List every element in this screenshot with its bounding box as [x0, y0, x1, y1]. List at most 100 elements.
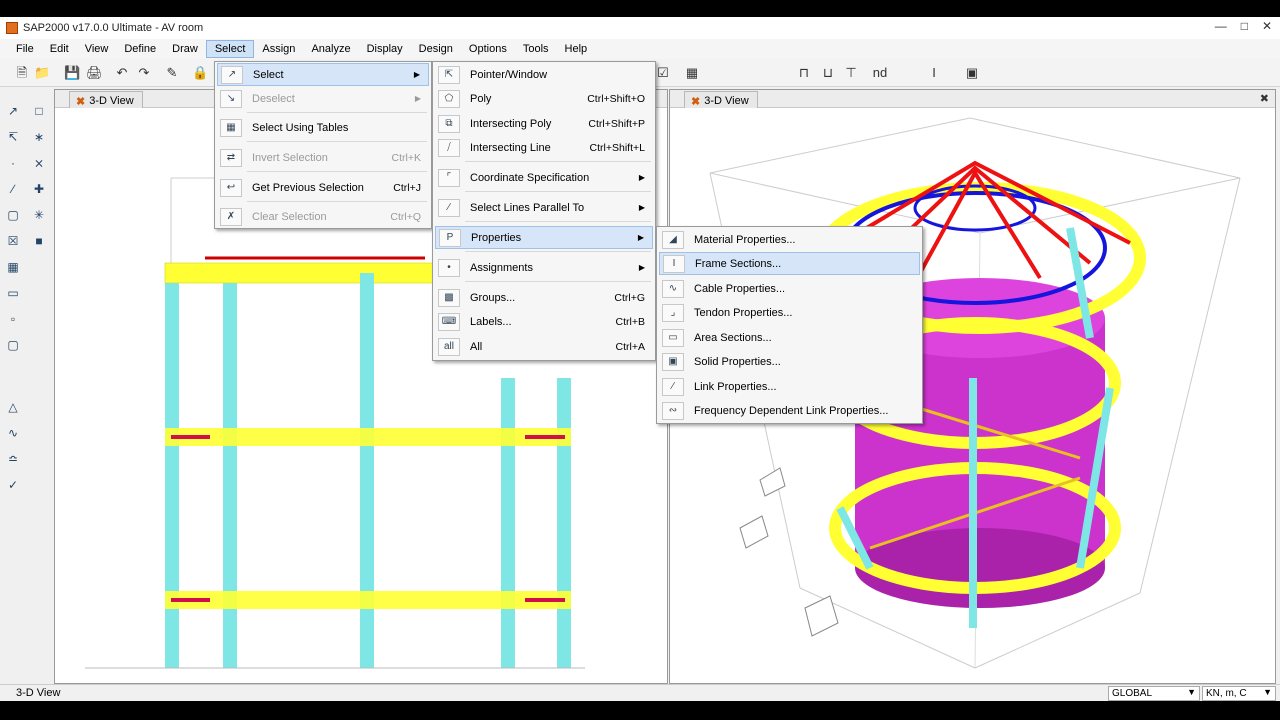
menu-define[interactable]: Define — [116, 41, 164, 57]
grid-icon[interactable]: ▦ — [684, 65, 700, 81]
submenu-arrow-icon: ▶ — [414, 94, 421, 103]
right-view-tab[interactable]: ✖ 3-D View — [684, 91, 758, 108]
submenu-item-poly[interactable]: ⬠ Poly Ctrl+Shift+O — [435, 87, 653, 110]
new-file-icon[interactable]: 🗎 — [14, 65, 30, 81]
box-tool-icon[interactable]: ▢ — [4, 336, 22, 354]
select-menu-item-previous[interactable]: ↩ Get Previous Selection Ctrl+J — [217, 176, 429, 199]
menu-analyze[interactable]: Analyze — [303, 41, 358, 57]
menu-select[interactable]: Select — [205, 40, 255, 58]
undo-icon[interactable]: ↶ — [114, 65, 130, 81]
properties-item-area[interactable]: ▭ Area Sections... — [659, 326, 920, 349]
chevron-down-icon: ▼ — [1263, 687, 1272, 697]
beam-icon[interactable]: ⊤ — [843, 65, 859, 81]
select-menu-item-deselect[interactable]: ↘ Deselect ▶ — [217, 87, 429, 110]
minimize-icon[interactable]: — — [1215, 19, 1227, 33]
menu-options[interactable]: Options — [461, 41, 515, 57]
properties-item-frame-sections[interactable]: I Frame Sections... — [659, 252, 920, 275]
check-icon[interactable]: ☑ — [655, 65, 671, 81]
coordinate-icon: ⌜ — [438, 168, 460, 187]
point-tool-icon[interactable]: · — [4, 154, 22, 172]
deselect-icon: ↘ — [220, 89, 242, 108]
close-icon[interactable]: ✕ — [1262, 19, 1272, 33]
redo-icon[interactable]: ↷ — [136, 65, 152, 81]
submenu-item-intersecting-poly[interactable]: ⧉ Intersecting Poly Ctrl+Shift+P — [435, 112, 653, 135]
x-brace-icon[interactable]: ☒ — [4, 232, 22, 250]
save-icon[interactable]: 💾 — [64, 65, 80, 81]
submenu-item-properties[interactable]: P Properties ▶ — [435, 226, 653, 249]
select-menu-item-clear[interactable]: ✗ Clear Selection Ctrl+Q — [217, 205, 429, 228]
support-tool-icon[interactable]: △ — [4, 398, 22, 416]
pencil-icon[interactable]: ✎ — [164, 65, 180, 81]
select-menu-item-tables[interactable]: ▦ Select Using Tables — [217, 116, 429, 139]
menu-view[interactable]: View — [77, 41, 117, 57]
properties-item-cable[interactable]: ∿ Cable Properties... — [659, 277, 920, 300]
nd-icon[interactable]: nd — [872, 65, 888, 81]
left-view-tab[interactable]: ✖ 3-D View — [69, 91, 143, 108]
tab-close-icon[interactable]: ✖ — [76, 95, 85, 108]
submenu-item-all[interactable]: all All Ctrl+A — [435, 335, 653, 358]
panel-tool-icon[interactable]: ▭ — [4, 284, 22, 302]
cross-tool-icon[interactable]: ⨯ — [30, 154, 48, 172]
window-select-icon[interactable]: □ — [30, 102, 48, 120]
menu-tools[interactable]: Tools — [515, 41, 557, 57]
link-tool-icon[interactable]: ✳ — [30, 206, 48, 224]
menu-assign[interactable]: Assign — [254, 41, 303, 57]
all-icon: all — [438, 337, 460, 356]
menu-help[interactable]: Help — [557, 41, 596, 57]
check2-tool-icon[interactable]: ✓ — [4, 476, 22, 494]
submenu-item-parallel-lines[interactable]: ∕ Select Lines Parallel To ▶ — [435, 196, 653, 219]
coord-system-value: GLOBAL — [1112, 688, 1153, 699]
maximize-icon[interactable]: □ — [1241, 19, 1248, 33]
menu-edit[interactable]: Edit — [42, 41, 77, 57]
submenu-item-assignments[interactable]: • Assignments ▶ — [435, 256, 653, 279]
lock-icon[interactable]: 🔒 — [192, 65, 208, 81]
properties-item-freq-link[interactable]: ∾ Frequency Dependent Link Properties... — [659, 399, 920, 422]
properties-item-material[interactable]: ◢ Material Properties... — [659, 228, 920, 251]
menu-design[interactable]: Design — [411, 41, 461, 57]
line-tool-icon[interactable]: ∕ — [4, 180, 22, 198]
submenu-arrow-icon: ▶ — [637, 233, 644, 242]
panel-close-icon[interactable]: ✖ — [1260, 92, 1269, 105]
poly-icon: ⬠ — [438, 89, 460, 108]
submenu-item-pointer-window[interactable]: ⇱ Pointer/Window — [435, 63, 653, 86]
properties-item-link[interactable]: ∕ Link Properties... — [659, 375, 920, 398]
pointer-icon: ↗ — [221, 65, 243, 84]
area-tool-icon[interactable]: ■ — [30, 232, 48, 250]
groups-icon: ▩ — [438, 288, 460, 307]
coord-system-select[interactable]: GLOBAL ▼ — [1108, 686, 1200, 701]
spring-tool-icon[interactable]: ∿ — [4, 424, 22, 442]
frame-icon[interactable]: ⊓ — [796, 65, 812, 81]
joint-icon[interactable]: ∗ — [30, 128, 48, 146]
reshape-icon[interactable]: ↸ — [4, 128, 22, 146]
grid-tool-icon[interactable]: ▦ — [4, 258, 22, 276]
select-menu-item-invert[interactable]: ⇄ Invert Selection Ctrl+K — [217, 146, 429, 169]
submenu-item-groups[interactable]: ▩ Groups... Ctrl+G — [435, 286, 653, 309]
open-file-icon[interactable]: 📁 — [34, 65, 50, 81]
pointer-tool-icon[interactable]: ↗ — [4, 102, 22, 120]
properties-item-solid[interactable]: ▣ Solid Properties... — [659, 350, 920, 373]
properties-icon: P — [439, 228, 461, 247]
rect-tool-icon[interactable]: ▫ — [4, 310, 22, 328]
side-toolbar: ↗ □ ↸ ∗ · ⨯ ∕ ✚ ▢ ✳ ☒ ■ ▦ ▭ ▫ ▢ △ ∿ ≏ ✓ — [0, 88, 52, 688]
submenu-item-intersecting-line[interactable]: ⧸ Intersecting Line Ctrl+Shift+L — [435, 136, 653, 159]
tab-close-icon[interactable]: ✖ — [691, 95, 700, 108]
properties-item-tendon[interactable]: ⌟ Tendon Properties... — [659, 301, 920, 324]
diag-tool-icon[interactable]: ▢ — [4, 206, 22, 224]
menu-file[interactable]: File — [8, 41, 42, 57]
section-icon[interactable]: I — [926, 65, 942, 81]
menu-display[interactable]: Display — [359, 41, 411, 57]
brace-tool-icon[interactable]: ✚ — [30, 180, 48, 198]
select-menu-item-select[interactable]: ↗ Select ▶ — [217, 63, 429, 86]
units-select[interactable]: KN, m, C ▼ — [1202, 686, 1276, 701]
menu-separator — [247, 141, 427, 142]
portal-icon[interactable]: ⊔ — [820, 65, 836, 81]
link2-tool-icon[interactable]: ≏ — [4, 450, 22, 468]
print-icon[interactable]: 🖨 — [86, 65, 103, 81]
clear-selection-icon: ✗ — [220, 207, 242, 226]
window-title: SAP2000 v17.0.0 Ultimate - AV room — [23, 22, 204, 34]
submenu-item-coordinate-spec[interactable]: ⌜ Coordinate Specification ▶ — [435, 166, 653, 189]
area-icon[interactable]: ▣ — [964, 65, 980, 81]
submenu-item-labels[interactable]: ⌨ Labels... Ctrl+B — [435, 310, 653, 333]
menu-bar: File Edit View Define Draw Select Assign… — [0, 39, 1280, 59]
menu-draw[interactable]: Draw — [164, 41, 206, 57]
